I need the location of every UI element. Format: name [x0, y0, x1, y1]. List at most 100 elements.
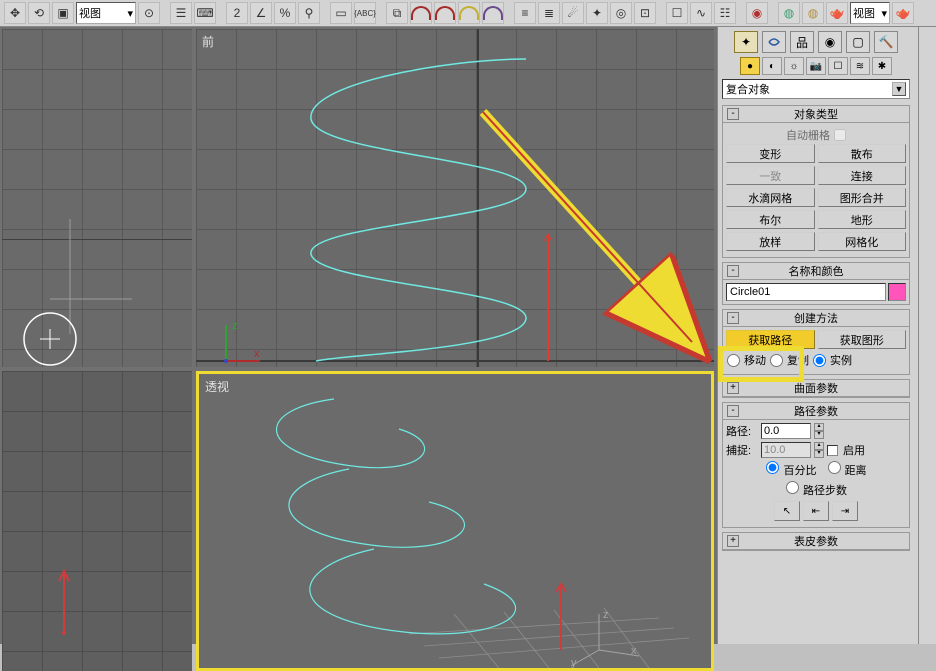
align-camera-icon[interactable]: ◎	[610, 2, 632, 24]
tab-modify-icon[interactable]	[762, 31, 786, 53]
align-view-icon[interactable]: ⊡	[634, 2, 656, 24]
rollout-path-params: - 路径参数 路径: 0.0 ▴▾ 捕捉: 10.0 ▴▾ 启用 百分比	[722, 402, 910, 528]
quickalign-icon[interactable]: ≣	[538, 2, 560, 24]
snap-value-input[interactable]: 10.0	[761, 442, 811, 458]
object-color-swatch[interactable]	[888, 283, 906, 301]
angle-snap-icon[interactable]: ∠	[250, 2, 272, 24]
render-icon[interactable]: 🫖	[826, 2, 848, 24]
snap-2d-icon[interactable]: 2	[226, 2, 248, 24]
subtab-cameras-icon[interactable]: 📷	[806, 57, 826, 75]
snap-field-label: 捕捉:	[726, 442, 758, 458]
mirror-icon[interactable]: ⧉	[386, 2, 408, 24]
main-toolbar: ✥ ⟲ ▣ 视图▾ ⊙ ☰ ⌨ 2 ∠ % ⚲ ▭ {ABC} ⧉ ≡ ≣ ☄ …	[0, 0, 936, 27]
normal-align-icon[interactable]: ☄	[562, 2, 584, 24]
named-sel-icon[interactable]: ▭	[330, 2, 352, 24]
next-path-icon[interactable]: ⇥	[832, 501, 858, 521]
rollout-curve-params-header[interactable]: + 曲面参数	[723, 380, 909, 397]
array-purple-arc-icon[interactable]	[482, 2, 504, 24]
type-loft-button[interactable]: 放样	[726, 232, 815, 251]
rotate-tool-icon[interactable]: ⟲	[28, 2, 50, 24]
selset-edit-icon[interactable]: {ABC}	[354, 2, 376, 24]
path-value-input[interactable]: 0.0	[761, 423, 811, 439]
type-conform-button[interactable]: 一致	[726, 166, 815, 185]
type-morph-button[interactable]: 变形	[726, 144, 815, 163]
move-tool-icon[interactable]: ✥	[4, 2, 26, 24]
quick-render-icon[interactable]: 🫖	[892, 2, 914, 24]
subtab-geometry-icon[interactable]: ●	[740, 57, 760, 75]
radio-copy[interactable]	[770, 354, 783, 367]
auto-grid-checkbox[interactable]	[834, 129, 846, 141]
radio-distance[interactable]	[828, 461, 841, 474]
keyboard-icon[interactable]: ⌨	[194, 2, 216, 24]
type-scatter-button[interactable]: 散布	[818, 144, 907, 163]
align-icon[interactable]: ≡	[514, 2, 536, 24]
subtab-systems-icon[interactable]: ✱	[872, 57, 892, 75]
array-yellow-arc-icon[interactable]	[458, 2, 480, 24]
curve-editor-icon[interactable]: ∿	[690, 2, 712, 24]
viewport-top[interactable]	[2, 29, 192, 367]
auto-grid-label: 自动栅格	[786, 127, 830, 143]
render-fb-icon[interactable]: ◍	[802, 2, 824, 24]
type-terrain-button[interactable]: 地形	[818, 210, 907, 229]
get-path-button[interactable]: 获取路径	[726, 330, 815, 349]
subtab-helpers-icon[interactable]: ☐	[828, 57, 848, 75]
radio-percent[interactable]	[766, 461, 779, 474]
viewport-front[interactable]: 前 z x	[196, 29, 714, 367]
viewport-perspective[interactable]: 透视 z x y	[196, 371, 714, 671]
schematic-view-icon[interactable]: ☷	[714, 2, 736, 24]
scale-tool-icon[interactable]: ▣	[52, 2, 74, 24]
tab-hierarchy-icon[interactable]: 品	[790, 31, 814, 53]
type-boolean-button[interactable]: 布尔	[726, 210, 815, 229]
array-red-arc2-icon[interactable]	[434, 2, 456, 24]
rollout-name-color: - 名称和颜色 Circle01	[722, 262, 910, 305]
subtab-shapes-icon[interactable]: ◐	[762, 57, 782, 75]
svg-text:z: z	[603, 609, 609, 621]
radio-move[interactable]	[727, 354, 740, 367]
type-shapemerge-button[interactable]: 图形合并	[818, 188, 907, 207]
pick-path-icon[interactable]: ↖	[774, 501, 800, 521]
rollout-skin-params: + 表皮参数	[722, 532, 910, 551]
roll-toggle-icon: -	[727, 265, 739, 277]
rollout-create-method-header[interactable]: - 创建方法	[723, 310, 909, 327]
rollout-object-type: - 对象类型 自动栅格 变形 散布 一致 连接 水滴网格 图形合并	[722, 105, 910, 258]
material-editor-icon[interactable]: ◉	[746, 2, 768, 24]
spinner-snap-icon[interactable]: ⚲	[298, 2, 320, 24]
rollout-path-params-header[interactable]: - 路径参数	[723, 403, 909, 420]
category-dropdown[interactable]: 复合对象 ▼	[722, 79, 910, 99]
layers-icon[interactable]: ☐	[666, 2, 688, 24]
rollout-name-color-header[interactable]: - 名称和颜色	[723, 263, 909, 280]
ref-coord-dropdown[interactable]: 视图▾	[76, 2, 136, 24]
rollout-skin-params-header[interactable]: + 表皮参数	[723, 533, 909, 550]
tab-display-icon[interactable]: ▢	[846, 31, 870, 53]
type-blobmesh-button[interactable]: 水滴网格	[726, 188, 815, 207]
type-connect-button[interactable]: 连接	[818, 166, 907, 185]
select-manip-icon[interactable]: ☰	[170, 2, 192, 24]
enable-checkbox[interactable]	[827, 445, 838, 456]
place-hilite-icon[interactable]: ✦	[586, 2, 608, 24]
array-red-arc-icon[interactable]	[410, 2, 432, 24]
panel-scrollbar[interactable]	[918, 27, 936, 644]
percent-snap-icon[interactable]: %	[274, 2, 296, 24]
viewport-left[interactable]	[2, 371, 192, 671]
roll-toggle-icon: -	[727, 108, 739, 120]
pivot-icon[interactable]: ⊙	[138, 2, 160, 24]
radio-instance[interactable]	[813, 354, 826, 367]
svg-text:x: x	[254, 348, 260, 360]
tab-utilities-icon[interactable]: 🔨	[874, 31, 898, 53]
prev-path-icon[interactable]: ⇤	[803, 501, 829, 521]
object-name-input[interactable]: Circle01	[726, 283, 886, 301]
radio-pathsteps[interactable]	[786, 481, 799, 494]
tab-motion-icon[interactable]: ◉	[818, 31, 842, 53]
subtab-lights-icon[interactable]: ☼	[784, 57, 804, 75]
snap-spinner[interactable]: ▴▾	[814, 442, 824, 458]
render-preset-dropdown[interactable]: 视图▾	[850, 2, 890, 24]
rollout-object-type-header[interactable]: - 对象类型	[723, 106, 909, 123]
tab-create-icon[interactable]: ✦	[734, 31, 758, 53]
subtab-spacewarps-icon[interactable]: ≋	[850, 57, 870, 75]
category-label: 复合对象	[726, 81, 770, 97]
type-mesher-button[interactable]: 网格化	[818, 232, 907, 251]
render-setup-icon[interactable]: ◍	[778, 2, 800, 24]
get-shape-button[interactable]: 获取图形	[818, 330, 907, 349]
command-panel-tabs: ✦ 品 ◉ ▢ 🔨	[722, 31, 910, 53]
path-spinner[interactable]: ▴▾	[814, 423, 824, 439]
